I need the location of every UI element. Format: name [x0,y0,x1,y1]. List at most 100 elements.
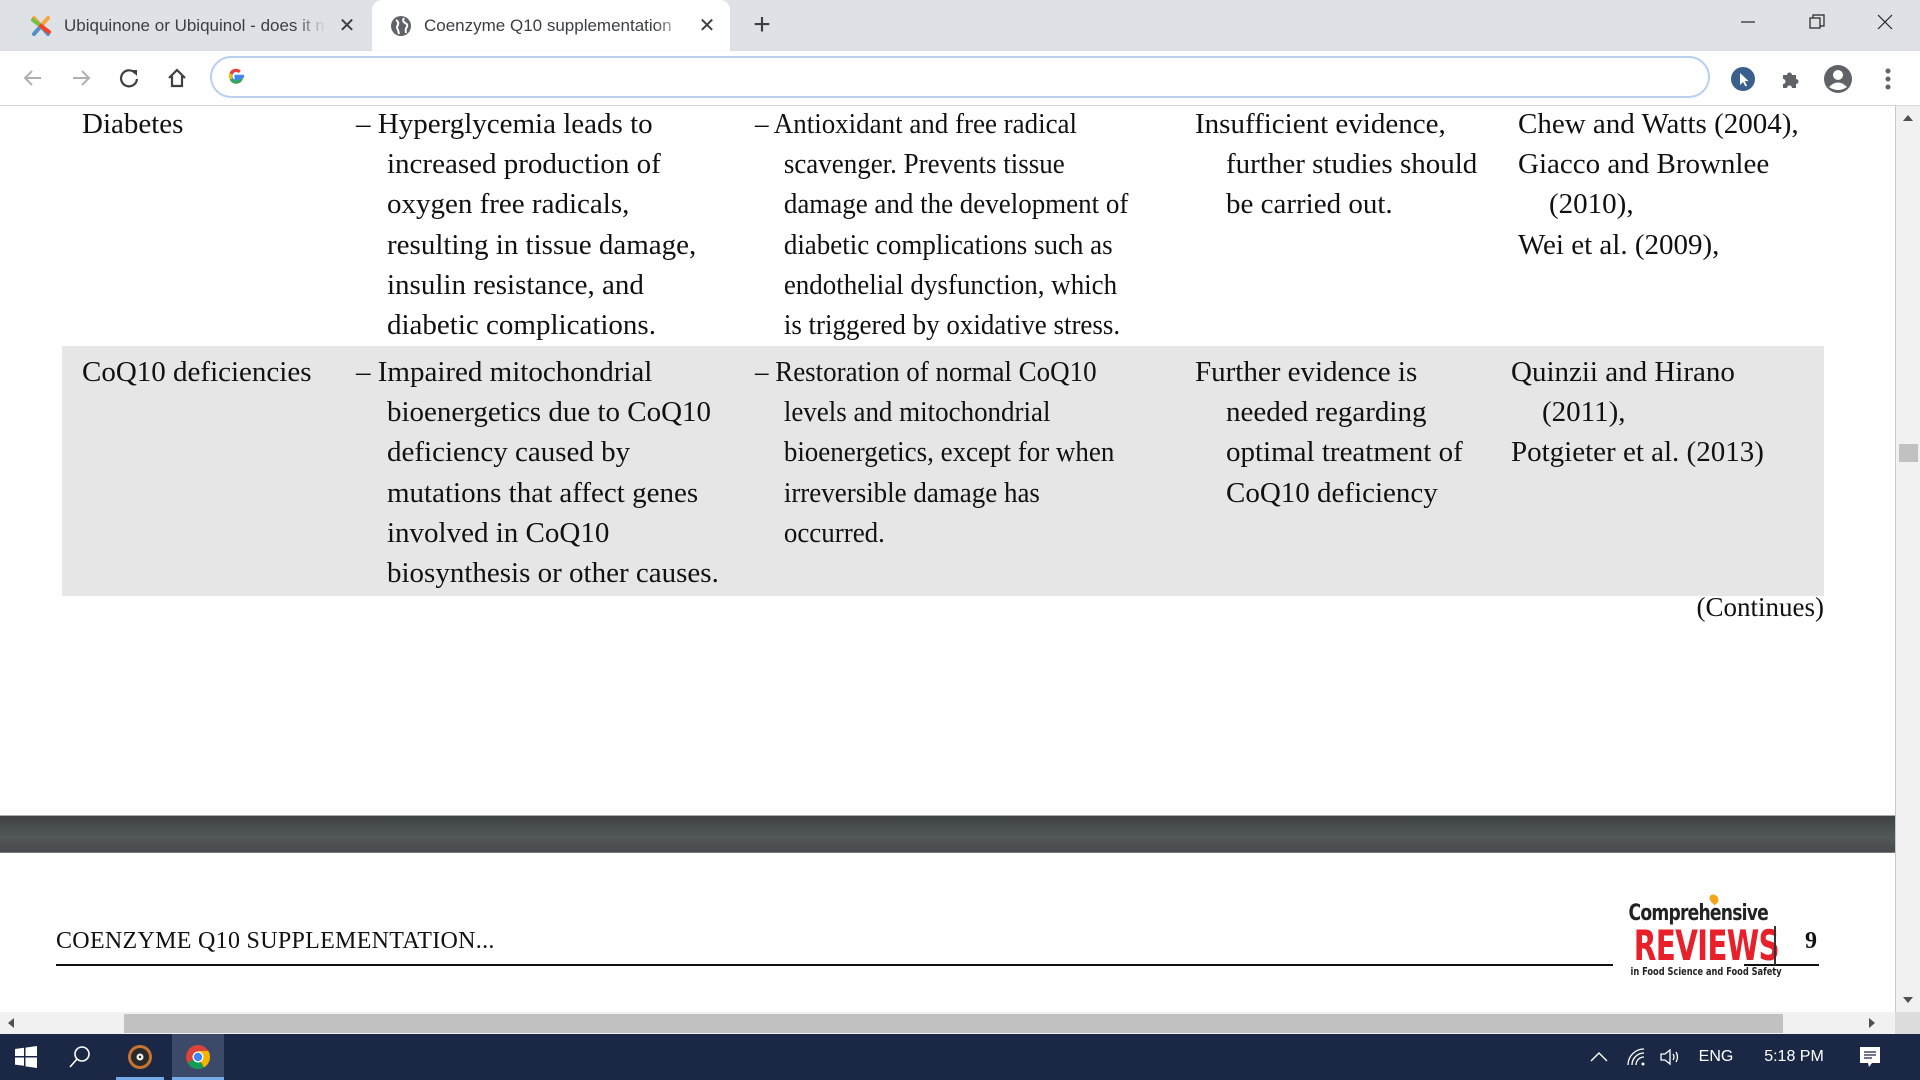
home-button[interactable] [160,61,194,95]
windows-taskbar: ENG 5:18 PM [0,1034,1920,1080]
action-center-button[interactable] [1852,1034,1888,1080]
cell-line: damage and the development of [783,188,1129,221]
extension-cursor-button[interactable] [1727,63,1759,95]
horizontal-scroll-thumb[interactable] [124,1014,1783,1033]
page-separator [0,815,1895,853]
cell-line: irreversible damage has [783,476,1040,509]
arrow-left-icon [23,70,41,86]
vertical-scrollbar[interactable] [1895,106,1920,1012]
cell-text: CoQ10 deficiencies [82,356,312,388]
table-row: CoQ10 deficiencies – Impaired mitochondr… [62,346,1824,596]
close-tab-icon[interactable]: ✕ [336,15,358,37]
effect-cell: – Restoration of normal CoQ10 levels and… [755,352,1114,553]
cell-line: Giacco and Brownlee [1518,148,1770,181]
wifi-icon [1627,1048,1645,1066]
references-cell: Chew and Watts (2004), Giacco and Brownl… [1518,106,1799,265]
cell-line: – Impaired mitochondrial [356,356,653,388]
cell-line: – Antioxidant and free radical [755,108,1078,140]
cell-line: – Restoration of normal CoQ10 [755,356,1097,388]
cell-line: bioenergetics due to CoQ10 [387,396,712,429]
browser-toolbar [0,51,1920,106]
minimize-button[interactable] [1718,0,1778,44]
restore-icon [1809,14,1825,29]
close-tab-icon[interactable]: ✕ [696,15,718,37]
cell-line: biosynthesis or other causes. [387,557,719,590]
logo-line-2: REVIEWS [1633,921,1780,970]
scroll-left-arrow-icon[interactable] [8,1018,14,1028]
tab-coenzyme-q10[interactable]: Coenzyme Q10 supplementation ✕ [372,0,730,51]
scroll-right-arrow-icon[interactable] [1869,1018,1875,1028]
cell-line: oxygen free radicals, [387,188,630,221]
start-button[interactable] [2,1034,50,1080]
condition-cell: Diabetes [82,106,183,144]
taskbar-app-chrome[interactable] [172,1034,224,1080]
minimize-icon [1741,21,1755,23]
close-window-button[interactable] [1855,0,1915,44]
cell-line: increased production of [387,148,661,181]
media-player-icon [128,1045,152,1069]
cell-text: Diabetes [82,108,184,140]
network-button[interactable] [1622,1034,1652,1080]
volume-button[interactable] [1656,1034,1686,1080]
condition-cell: CoQ10 deficiencies [82,352,312,392]
home-icon [168,68,186,88]
notification-icon [1860,1047,1880,1067]
pdf-page: Diabetes – Hyperglycemia leads to increa… [0,106,1895,1012]
cell-line: diabetic complications. [387,309,656,342]
arrow-right-icon [73,70,91,86]
cell-line: Quinzii and Hirano [1511,356,1735,388]
cell-line: be carried out. [1226,188,1393,221]
search-button[interactable] [56,1034,104,1080]
cell-line: Insufficient evidence, [1195,108,1446,140]
cell-line: Potgieter et al. (2013) [1511,436,1764,469]
windows-logo-icon [15,1046,37,1068]
new-tab-button[interactable]: + [748,10,776,40]
forward-button[interactable] [64,61,98,95]
page-number: 9 [1805,928,1817,954]
cell-line: (2010), [1549,188,1634,221]
effect-cell: – Antioxidant and free radical scavenger… [755,106,1128,345]
restore-button[interactable] [1787,0,1847,44]
cell-line: levels and mitochondrial [783,396,1051,429]
address-bar[interactable] [210,56,1710,98]
speaker-icon [1660,1048,1679,1066]
cell-line: – Hyperglycemia leads to [356,108,653,140]
cell-line: optimal treatment of [1226,436,1463,469]
taskbar-app-media-player[interactable] [116,1034,164,1080]
back-button[interactable] [16,61,50,95]
reload-button[interactable] [112,61,146,95]
scroll-down-arrow-icon[interactable] [1903,997,1913,1003]
address-input[interactable] [262,62,1682,92]
tab-strip: Ubiquinone or Ubiquinol - does it matter… [0,0,1920,51]
cell-line: is triggered by oxidative stress. [783,309,1121,342]
page-number-divider [1774,926,1776,965]
cell-line: scavenger. Prevents tissue [783,148,1065,181]
scroll-up-arrow-icon[interactable] [1903,115,1913,121]
extensions-button[interactable] [1775,63,1807,95]
account-icon [1824,65,1852,93]
table-row: Diabetes – Hyperglycemia leads to increa… [62,106,1824,344]
close-icon [1877,14,1893,30]
cell-line: Wei et al. (2009), [1518,228,1720,261]
cell-line: Further evidence is [1195,356,1418,388]
language-indicator[interactable]: ENG [1694,1034,1738,1080]
pdf-viewport: Diabetes – Hyperglycemia leads to increa… [0,106,1895,1012]
menu-button[interactable] [1872,63,1904,95]
cursor-extension-icon [1731,67,1755,91]
mechanism-cell: – Impaired mitochondrial bioenergetics d… [356,352,719,593]
horizontal-scrollbar[interactable] [0,1012,1895,1034]
vertical-scroll-thumb[interactable] [1899,444,1918,462]
profile-button[interactable] [1822,63,1854,95]
show-hidden-icons-button[interactable] [1584,1034,1614,1080]
cell-line: insulin resistance, and [387,268,644,301]
scrollbar-corner [1895,1012,1920,1034]
tab-ubiquinone[interactable]: Ubiquinone or Ubiquinol - does it matter… [18,0,368,51]
chrome-icon [186,1045,211,1070]
cell-line: (2011), [1542,396,1626,429]
mechanism-cell: – Hyperglycemia leads to increased produ… [356,106,696,345]
cell-line: mutations that affect genes [387,476,699,509]
cell-line: endothelial dysfunction, which [783,268,1118,301]
clock[interactable]: 5:18 PM [1752,1034,1836,1080]
tab-title: Ubiquinone or Ubiquinol - does it matter [64,15,326,35]
cell-line: further studies should [1226,148,1478,181]
